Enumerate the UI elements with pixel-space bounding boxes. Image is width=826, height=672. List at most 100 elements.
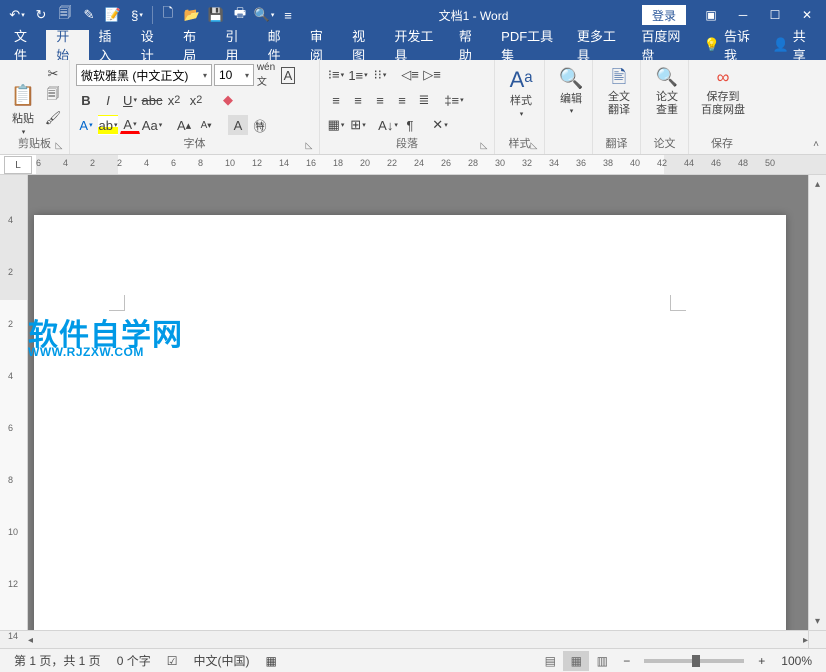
cut-button[interactable]: ✂	[43, 64, 63, 84]
line-spacing-button[interactable]: ‡≡▾	[444, 90, 464, 110]
font-size-combo[interactable]: 10▾	[214, 64, 254, 86]
qat-btn-4[interactable]: §▾	[126, 4, 148, 26]
justify-button[interactable]: ≡	[392, 90, 412, 110]
scroll-up-button[interactable]: ▴	[809, 175, 826, 193]
enclose-char-button[interactable]: ㊕	[250, 115, 270, 135]
char-border-button[interactable]: A	[278, 65, 298, 85]
maximize-button[interactable]: ☐	[760, 4, 790, 26]
tab-devtools[interactable]: 开发工具	[384, 30, 449, 60]
collapse-ribbon-button[interactable]: ˄	[808, 136, 824, 152]
page[interactable]	[34, 215, 786, 630]
zoom-level-button[interactable]: 100%	[773, 654, 820, 668]
highlight-button[interactable]: ab▾	[98, 115, 118, 135]
print-button[interactable]: 🖶	[229, 4, 251, 26]
page-number-status[interactable]: 第 1 页，共 1 页	[6, 652, 109, 669]
qat-btn-2[interactable]: ✎	[78, 4, 100, 26]
underline-button[interactable]: U▾	[120, 90, 140, 110]
decrease-indent-button[interactable]: ◁≡	[400, 65, 420, 85]
shrink-font-button[interactable]: A▾	[196, 115, 216, 135]
change-case-button[interactable]: Aa▾	[142, 115, 162, 135]
tab-view[interactable]: 视图	[342, 30, 384, 60]
clear-formatting-button[interactable]: ◆	[218, 90, 238, 110]
show-marks-button[interactable]: ¶	[400, 115, 420, 135]
spellcheck-status[interactable]: ☑	[159, 654, 186, 668]
bold-button[interactable]: B	[76, 90, 96, 110]
sort-button[interactable]: A↓▾	[378, 115, 398, 135]
scroll-v-track[interactable]	[809, 193, 826, 612]
close-button[interactable]: ✕	[792, 4, 822, 26]
document-canvas[interactable]: 软件自学网 WWW.RJZXW.COM	[28, 175, 808, 630]
qat-btn-1[interactable]: 🗐	[54, 4, 76, 26]
phonetic-guide-button[interactable]: wén文	[256, 65, 276, 85]
ruler-horizontal[interactable]: 6422468101214161820222426283032343638404…	[36, 155, 826, 174]
paragraph-launcher[interactable]: ◺	[477, 138, 491, 152]
align-center-button[interactable]: ≡	[348, 90, 368, 110]
scrollbar-vertical[interactable]: ▴ ▾	[808, 175, 826, 630]
font-color-button[interactable]: A▾	[120, 116, 140, 134]
read-mode-button[interactable]: ▤	[537, 651, 563, 671]
align-left-button[interactable]: ≡	[326, 90, 346, 110]
scroll-down-button[interactable]: ▾	[809, 612, 826, 630]
text-effects-button[interactable]: A▾	[76, 115, 96, 135]
bullets-button[interactable]: ⁝≡▾	[326, 65, 346, 85]
zoom-out-button[interactable]: −	[615, 654, 638, 668]
styles-launcher[interactable]: ◺	[527, 138, 541, 152]
word-count-status[interactable]: 0 个字	[109, 652, 159, 669]
save-button[interactable]: 💾	[205, 4, 227, 26]
multilevel-button[interactable]: ⁝⁝▾	[370, 65, 390, 85]
scroll-h-track[interactable]	[33, 631, 803, 648]
format-painter-button[interactable]: 🖌	[43, 108, 63, 128]
zoom-in-button[interactable]: +	[750, 654, 773, 668]
save-baidu-button[interactable]: ∞ 保存到 百度网盘	[695, 64, 751, 120]
tell-me-input[interactable]: 💡告诉我	[696, 26, 763, 64]
superscript-button[interactable]: x2	[186, 90, 206, 110]
copy-button[interactable]: 🗐	[43, 86, 63, 106]
language-status[interactable]: 中文(中国)	[185, 652, 257, 669]
tab-mailings[interactable]: 邮件	[258, 30, 300, 60]
numbering-button[interactable]: 1≡▾	[348, 65, 368, 85]
distributed-button[interactable]: ≣	[414, 90, 434, 110]
macro-status[interactable]: ▦	[257, 654, 284, 668]
tab-home[interactable]: 开始	[46, 30, 88, 60]
strikethrough-button[interactable]: abc	[142, 90, 162, 110]
align-right-button[interactable]: ≡	[370, 90, 390, 110]
tab-selector-button[interactable]: L	[4, 156, 32, 174]
tab-moretools[interactable]: 更多工具	[567, 30, 632, 60]
new-button[interactable]: 🗋	[157, 4, 179, 26]
ruler-vertical[interactable]: 422468101214	[0, 175, 28, 630]
grow-font-button[interactable]: A▴	[174, 115, 194, 135]
shading-button[interactable]: ▦▾	[326, 115, 346, 135]
paragraph-extra-button[interactable]: ✕▾	[430, 115, 450, 135]
tab-file[interactable]: 文件	[4, 30, 46, 60]
tab-help[interactable]: 帮助	[449, 30, 491, 60]
minimize-button[interactable]: ─	[728, 4, 758, 26]
zoom-slider[interactable]	[644, 659, 744, 663]
tab-references[interactable]: 引用	[215, 30, 257, 60]
login-button[interactable]: 登录	[642, 5, 686, 25]
styles-button[interactable]: Aᵃ 样式▾	[501, 64, 541, 122]
print-preview-button[interactable]: 🔍▾	[253, 4, 275, 26]
char-shading-button[interactable]: A	[228, 115, 248, 135]
tab-baidu[interactable]: 百度网盘	[631, 30, 696, 60]
subscript-button[interactable]: x2	[164, 90, 184, 110]
font-name-combo[interactable]: 微软雅黑 (中文正文)▾	[76, 64, 212, 86]
italic-button[interactable]: I	[98, 90, 118, 110]
qat-btn-3[interactable]: 📝	[102, 4, 124, 26]
zoom-thumb[interactable]	[692, 655, 700, 667]
font-launcher[interactable]: ◺	[302, 138, 316, 152]
tab-design[interactable]: 设计	[131, 30, 173, 60]
translate-button[interactable]: 🖹 全文 翻译	[599, 64, 639, 120]
redo-button[interactable]: ↻	[30, 4, 52, 26]
ribbon-display-button[interactable]: ▣	[696, 4, 726, 26]
undo-button[interactable]: ↶▾	[6, 4, 28, 26]
tab-pdftools[interactable]: PDF工具集	[491, 30, 567, 60]
editing-button[interactable]: 🔍 编辑▾	[551, 64, 591, 120]
clipboard-launcher[interactable]: ◺	[52, 138, 66, 152]
tab-review[interactable]: 审阅	[300, 30, 342, 60]
tab-layout[interactable]: 布局	[173, 30, 215, 60]
increase-indent-button[interactable]: ▷≡	[422, 65, 442, 85]
print-layout-button[interactable]: ▦	[563, 651, 589, 671]
scrollbar-horizontal[interactable]: ◂ ▸	[28, 630, 808, 648]
tab-insert[interactable]: 插入	[89, 30, 131, 60]
qat-customize-button[interactable]: ≡	[277, 4, 299, 26]
